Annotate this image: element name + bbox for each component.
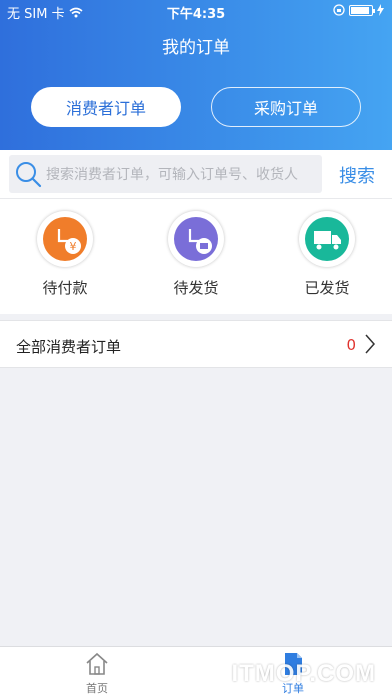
charging-icon bbox=[377, 4, 384, 16]
tabbar-item-home[interactable]: 首页 bbox=[57, 651, 137, 696]
pending-payment-tile[interactable]: ¥ 待付款 bbox=[15, 211, 115, 298]
pending-shipment-tile[interactable]: 待发货 bbox=[146, 211, 246, 298]
pending-shipment-icon bbox=[174, 217, 218, 261]
orientation-lock-icon bbox=[333, 4, 345, 16]
svg-text:¥: ¥ bbox=[70, 240, 77, 253]
tile-label: 待付款 bbox=[42, 279, 88, 297]
tile-label: 已发货 bbox=[304, 279, 350, 297]
watermark: ITMOP.COM bbox=[231, 660, 376, 687]
search-button[interactable]: 搜索 bbox=[339, 162, 375, 188]
chevron-right-icon bbox=[365, 334, 376, 354]
tile-label: 待发货 bbox=[173, 279, 219, 297]
home-icon bbox=[86, 652, 108, 675]
tab-label: 采购订单 bbox=[253, 99, 318, 118]
search-input[interactable]: 搜索消费者订单，可输入订单号、收货人 bbox=[9, 155, 322, 193]
tab-consumer-orders[interactable]: 消费者订单 bbox=[31, 87, 181, 127]
tab-purchase-orders[interactable]: 采购订单 bbox=[211, 87, 361, 127]
status-bar: 无 SIM 卡 下午4:35 bbox=[0, 0, 392, 22]
order-status-panel: ¥ 待付款 待发货 已发货 bbox=[0, 198, 392, 314]
search-area: 搜索消费者订单，可输入订单号、收货人 搜索 bbox=[0, 150, 392, 198]
pending-payment-icon: ¥ bbox=[43, 217, 87, 261]
all-consumer-orders-row[interactable]: 全部消费者订单 0 bbox=[0, 320, 392, 368]
header: 无 SIM 卡 下午4:35 我的订单 消费者订单 采购订单 bbox=[0, 0, 392, 150]
battery-icon bbox=[349, 4, 375, 16]
search-placeholder: 搜索消费者订单，可输入订单号、收货人 bbox=[46, 167, 298, 183]
tab-label: 消费者订单 bbox=[65, 99, 146, 118]
shipped-truck-icon bbox=[305, 217, 349, 261]
search-icon bbox=[16, 162, 42, 188]
all-orders-count: 0 bbox=[346, 336, 356, 354]
page-title: 我的订单 bbox=[162, 38, 230, 58]
shipped-tile[interactable]: 已发货 bbox=[277, 211, 377, 298]
tabbar-label: 首页 bbox=[86, 682, 108, 695]
all-orders-label: 全部消费者订单 bbox=[16, 338, 122, 356]
